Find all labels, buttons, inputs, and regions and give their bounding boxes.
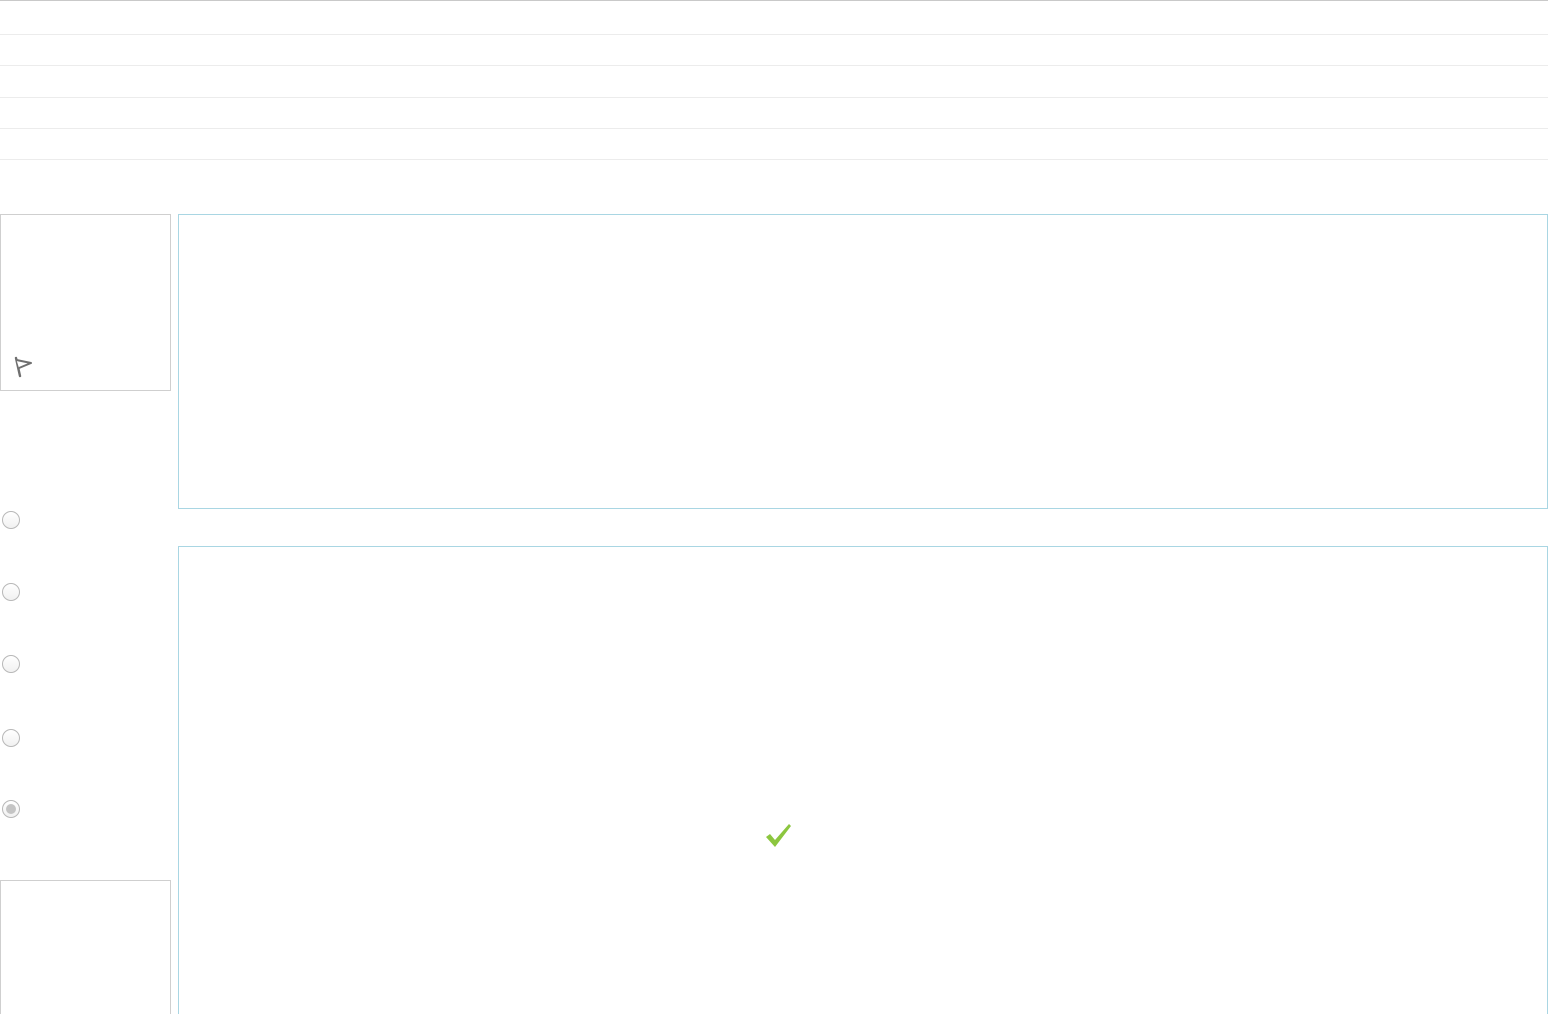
answer-option-radio[interactable]: [2, 583, 20, 601]
answer-option-radio[interactable]: [2, 729, 20, 747]
header-row-divider: [0, 34, 1548, 35]
question-text-panel: [178, 214, 1548, 509]
checkmark-icon: [766, 824, 791, 847]
flag-icon[interactable]: [12, 356, 34, 378]
header-row-divider: [0, 97, 1548, 98]
answer-feedback-panel: [178, 546, 1548, 1014]
top-border: [0, 0, 1548, 1]
header-row-divider: [0, 159, 1548, 160]
next-question-info-box: [0, 880, 171, 1014]
header-row-divider: [0, 65, 1548, 66]
answer-option-radio[interactable]: [2, 655, 20, 673]
header-row-divider: [0, 128, 1548, 129]
answer-option-radio[interactable]: [2, 800, 20, 818]
quiz-page: [0, 0, 1548, 1014]
answer-option-radio[interactable]: [2, 511, 20, 529]
